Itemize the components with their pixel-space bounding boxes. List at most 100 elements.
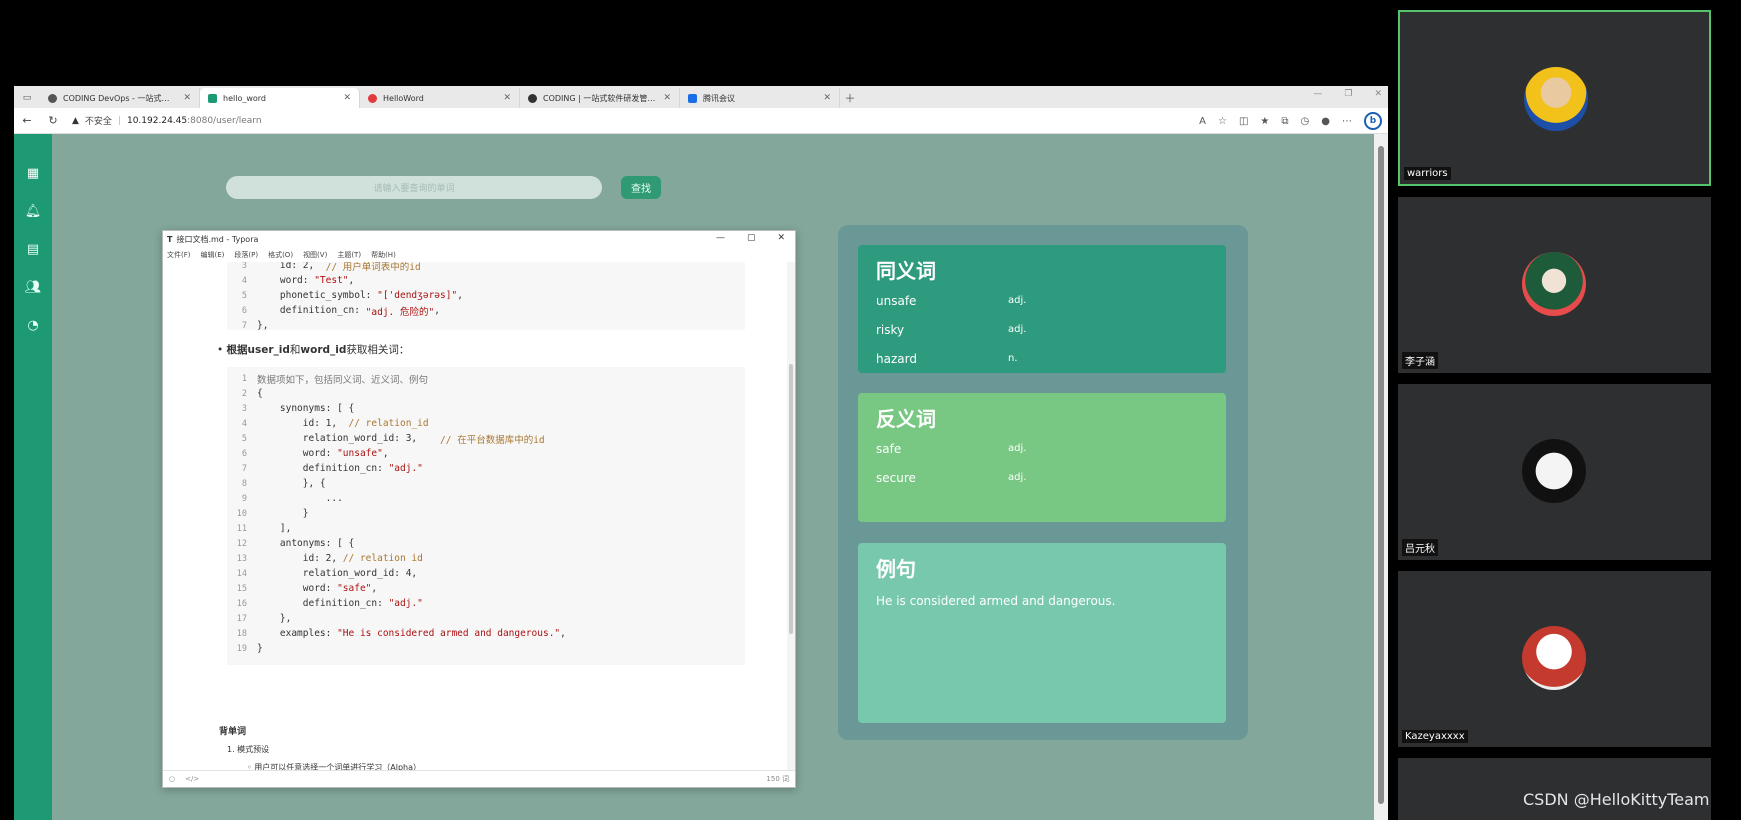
antonym-word: safe: [876, 441, 902, 456]
avatar: [1524, 67, 1588, 131]
source-code-icon[interactable]: </>: [185, 775, 199, 783]
participant-tile[interactable]: warriors: [1398, 10, 1711, 186]
examples-title: 例句: [876, 557, 916, 581]
split-screen-icon[interactable]: ◫: [1239, 116, 1248, 127]
menu-help[interactable]: 帮助(H): [371, 250, 396, 260]
users-icon[interactable]: 👥︎: [14, 268, 52, 306]
example-sentence: He is considered armed and dangerous.: [876, 594, 1116, 608]
helloword-favicon-icon: [368, 93, 377, 103]
browser-tab-active[interactable]: hello_word ✕: [200, 88, 360, 108]
coding-favicon-icon: [48, 93, 57, 103]
synonyms-card: 同义词 unsafe adj. risky adj. hazard n.: [858, 245, 1226, 373]
search-input[interactable]: 请输入要查询的单词: [226, 176, 602, 199]
close-tab-icon[interactable]: ✕: [663, 93, 671, 103]
participant-tile[interactable]: [1398, 758, 1711, 820]
typora-app-icon: T: [167, 235, 173, 244]
back-icon[interactable]: ←: [14, 114, 40, 127]
browser-tab[interactable]: CODING DevOps - 一站式软件研 ✕: [40, 88, 200, 108]
menu-format[interactable]: 格式(O): [268, 250, 293, 260]
synonym-row: hazard n.: [876, 344, 1208, 373]
favorite-star-icon[interactable]: ☆: [1218, 116, 1227, 127]
word-cards-panel: 同义词 unsafe adj. risky adj. hazard n. 反义词 sa…: [838, 225, 1248, 740]
close-window-icon[interactable]: ✕: [777, 233, 785, 243]
typora-titlebar: T 接口文档.md - Typora — ▢ ✕: [163, 231, 795, 248]
tencent-meeting-favicon-icon: [688, 93, 697, 103]
csdn-watermark: CSDN @HelloKittyTeam: [1523, 790, 1710, 809]
browser-tab[interactable]: HelloWord ✕: [360, 88, 520, 108]
pie-chart-icon[interactable]: ◔: [14, 306, 52, 344]
menu-view[interactable]: 视图(V): [303, 250, 327, 260]
synonym-pos: adj.: [1008, 324, 1027, 335]
left-sidebar: ▦ 🔔︎ ▤ 👥︎ ◔: [14, 134, 52, 820]
dashboard-icon[interactable]: ▦: [14, 154, 52, 192]
bing-icon[interactable]: b: [1364, 112, 1382, 130]
close-tab-icon[interactable]: ✕: [503, 93, 511, 103]
tab-title: CODING | 一站式软件研发管理平: [543, 93, 658, 103]
close-tab-icon[interactable]: ✕: [343, 93, 351, 103]
tab-title: CODING DevOps - 一站式软件研: [63, 93, 178, 103]
menu-theme[interactable]: 主题(T): [337, 250, 361, 260]
maximize-icon[interactable]: ❐: [1344, 89, 1352, 99]
toolbar-icons: A ☆ ◫ ★ ⧉ ◷ ● ⋯ b: [1199, 112, 1382, 130]
avatar: [1522, 626, 1586, 690]
word-count: 150 词: [766, 775, 789, 783]
close-tab-icon[interactable]: ✕: [823, 93, 831, 103]
tab-actions-icon[interactable]: ▭: [14, 88, 40, 108]
search-button[interactable]: 查找: [621, 176, 661, 199]
code-block[interactable]: 3 id: 2, // 用户单词表中的id 4 word: "Test", 5 …: [227, 262, 745, 331]
outline-toggle-icon[interactable]: ○: [169, 775, 175, 783]
close-window-icon[interactable]: ✕: [1374, 89, 1382, 99]
typora-scrollbar[interactable]: [787, 262, 795, 770]
more-icon[interactable]: ⋯: [1342, 116, 1352, 127]
refresh-icon[interactable]: ↻: [40, 114, 66, 127]
vue-favicon-icon: [208, 93, 217, 103]
menu-edit[interactable]: 编辑(E): [201, 250, 225, 260]
window-controls: — ❐ ✕: [1313, 89, 1382, 99]
minimize-icon[interactable]: —: [1313, 89, 1322, 99]
antonym-pos: adj.: [1008, 443, 1027, 454]
synonym-row: risky adj.: [876, 315, 1208, 344]
typora-title: 接口文档.md - Typora: [176, 235, 259, 244]
menu-file[interactable]: 文件(F): [167, 250, 191, 260]
participant-tile[interactable]: Kazeyaxxxx: [1398, 571, 1711, 747]
scrollbar-thumb[interactable]: [1378, 146, 1384, 804]
typora-window: T 接口文档.md - Typora — ▢ ✕ 文件(F) 编辑(E) 段落(…: [162, 230, 796, 788]
close-tab-icon[interactable]: ✕: [183, 93, 191, 103]
url-divider: |: [117, 115, 121, 126]
minimize-icon[interactable]: —: [716, 233, 725, 243]
history-icon[interactable]: ◷: [1301, 116, 1310, 127]
url-field[interactable]: ▲ 不安全 | 10.192.24.45:8080/user/learn: [72, 114, 262, 128]
menu-paragraph[interactable]: 段落(P): [234, 250, 258, 260]
read-aloud-icon[interactable]: A: [1199, 116, 1206, 127]
typora-window-controls: — ▢ ✕: [716, 233, 785, 243]
code-block[interactable]: 1 数据项如下，包括同义词、近义词、例句 2{ 3 synonyms: [ { 4…: [227, 367, 745, 665]
antonym-row: secure adj.: [876, 463, 1208, 492]
book-icon[interactable]: ▤: [14, 230, 52, 268]
typora-document[interactable]: 3 id: 2, // 用户单词表中的id 4 word: "Test", 5 …: [163, 262, 795, 770]
synonym-row: unsafe adj.: [876, 286, 1208, 315]
section-list-item: 1. 模式预设: [227, 745, 270, 754]
bell-icon[interactable]: 🔔︎: [14, 192, 52, 230]
participant-tile[interactable]: 李子涵: [1398, 197, 1711, 373]
section-heading: 背单词: [219, 727, 247, 737]
tab-title: HelloWord: [383, 93, 424, 103]
screen: ▭ CODING DevOps - 一站式软件研 ✕ hello_word ✕ …: [0, 0, 1741, 820]
profile-icon[interactable]: ●: [1321, 116, 1330, 127]
synonym-word: hazard: [876, 351, 917, 366]
antonyms-title: 反义词: [876, 407, 936, 431]
typora-menubar: 文件(F) 编辑(E) 段落(P) 格式(O) 视图(V) 主题(T) 帮助(H…: [163, 248, 795, 262]
participant-name: warriors: [1404, 167, 1451, 180]
synonym-pos: n.: [1008, 353, 1018, 364]
page-scrollbar[interactable]: [1374, 134, 1388, 820]
collections-icon[interactable]: ⧉: [1281, 116, 1288, 127]
avatar: [1522, 439, 1586, 503]
address-bar: ← ↻ ▲ 不安全 | 10.192.24.45:8080/user/learn…: [14, 108, 1388, 134]
scrollbar-thumb[interactable]: [789, 364, 793, 634]
new-tab-icon[interactable]: ＋: [840, 88, 860, 108]
browser-tab[interactable]: 腾讯会议 ✕: [680, 88, 840, 108]
synonym-word: unsafe: [876, 293, 917, 308]
participant-tile[interactable]: 吕元秋: [1398, 384, 1711, 560]
favorites-icon[interactable]: ★: [1260, 116, 1269, 127]
browser-tab[interactable]: CODING | 一站式软件研发管理平 ✕: [520, 88, 680, 108]
maximize-icon[interactable]: ▢: [747, 233, 756, 243]
